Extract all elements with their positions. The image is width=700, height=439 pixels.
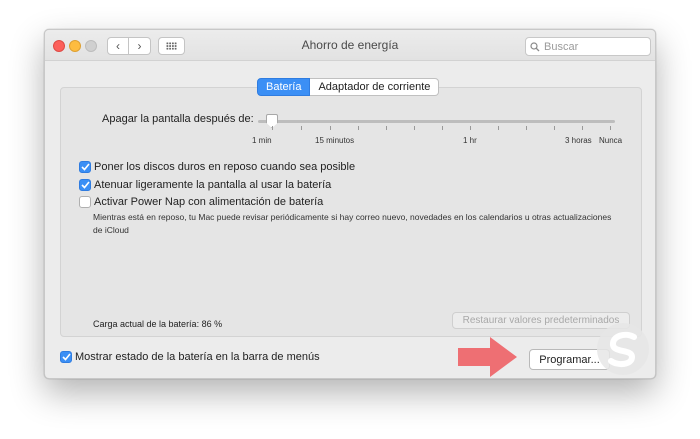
show-battery-menu-label: Mostrar estado de la batería en la barra… [75, 351, 320, 363]
checkbox-checked[interactable] [79, 161, 91, 173]
display-sleep-label: Apagar la pantalla después de: [102, 113, 254, 125]
slider-tick-mark [358, 126, 359, 130]
slider-tick-mark [498, 126, 499, 130]
slider-tick-label: 3 horas [565, 136, 592, 145]
tab-power-adapter[interactable]: Adaptador de corriente [310, 78, 440, 96]
dim-display-label: Atenuar ligeramente la pantalla al usar … [94, 179, 332, 191]
slider-tick-mark [442, 126, 443, 130]
hard-disk-sleep-label: Poner los discos duros en reposo cuando … [94, 161, 356, 173]
slider-tick-mark [301, 126, 302, 130]
power-nap-option[interactable]: Activar Power Nap con alimentación de ba… [79, 196, 323, 208]
slider-tick-mark [330, 126, 331, 130]
slider-tick-label: 15 minutos [315, 136, 355, 145]
tab-bar: Batería Adaptador de corriente [257, 78, 440, 96]
slider-tick-mark [526, 126, 527, 130]
slider-tick-label: Nunca [599, 136, 623, 145]
watermark-logo-icon [597, 323, 649, 375]
slider-tick-label: 1 hr [463, 136, 477, 145]
dim-display-option[interactable]: Atenuar ligeramente la pantalla al usar … [79, 179, 331, 191]
search-icon [530, 41, 540, 51]
checkbox-checked[interactable] [79, 179, 91, 191]
checkmark-icon [80, 163, 90, 171]
power-nap-label: Activar Power Nap con alimentación de ba… [94, 196, 324, 208]
checkmark-icon [61, 353, 71, 361]
annotation-arrow-icon [458, 337, 517, 377]
checkbox-checked[interactable] [60, 351, 72, 363]
slider-tick-mark [386, 126, 387, 130]
slider-tick-mark [610, 126, 611, 130]
slider-tick-mark [414, 126, 415, 130]
slider-tick-mark [582, 126, 583, 130]
checkmark-icon [80, 181, 90, 189]
tab-battery[interactable]: Batería [257, 78, 311, 96]
energy-saver-window: ‹ › Ahorro de energía Buscar Batería Ada… [44, 29, 656, 379]
display-sleep-slider-track[interactable] [258, 120, 615, 123]
battery-charge-status: Carga actual de la batería: 86 % [93, 319, 223, 329]
show-battery-menu-option[interactable]: Mostrar estado de la batería en la barra… [60, 351, 320, 363]
slider-tick-label: 1 min [252, 136, 272, 145]
slider-tick-mark [470, 126, 471, 130]
search-field[interactable]: Buscar [525, 37, 651, 56]
power-nap-description: Mientras está en reposo, tu Mac puede re… [93, 212, 612, 235]
checkbox-unchecked[interactable] [79, 196, 91, 208]
search-placeholder: Buscar [544, 40, 579, 53]
title-bar: ‹ › Ahorro de energía Buscar [45, 30, 655, 61]
slider-tick-mark [272, 126, 273, 130]
hard-disk-sleep-option[interactable]: Poner los discos duros en reposo cuando … [79, 161, 355, 173]
slider-tick-mark [554, 126, 555, 130]
